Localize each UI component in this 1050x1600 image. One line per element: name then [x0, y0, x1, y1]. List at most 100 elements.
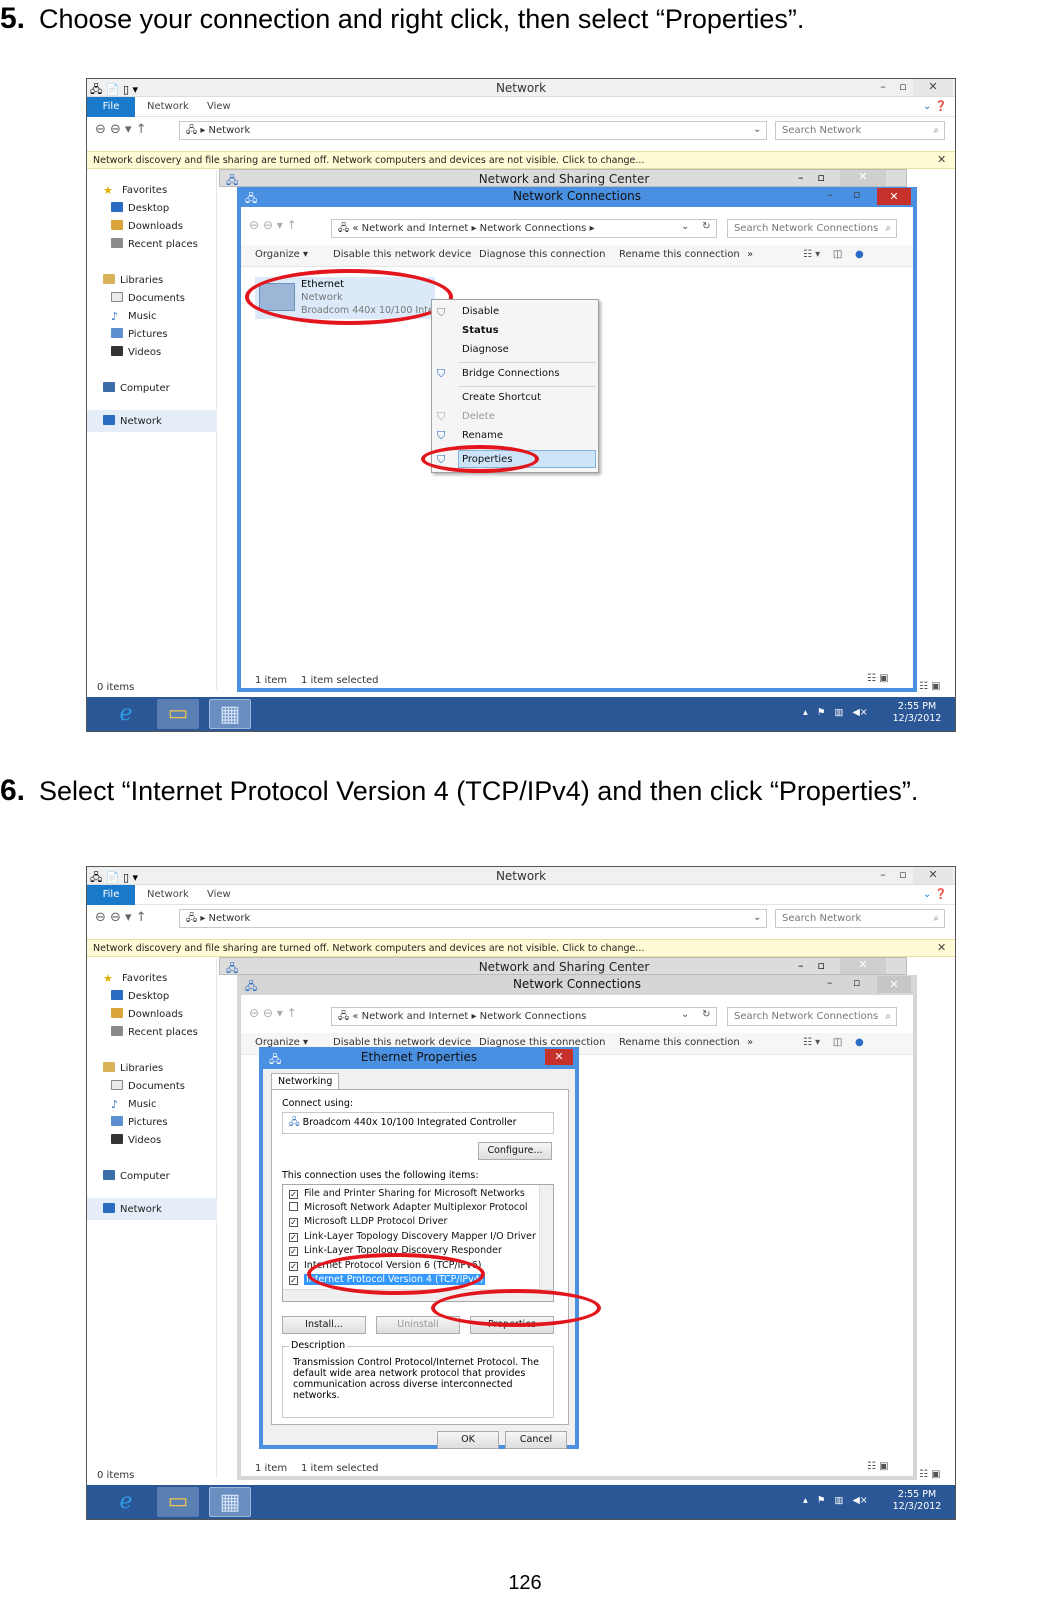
nav-network[interactable]: Network	[87, 1198, 217, 1220]
nc-maximize-button[interactable]: ▫	[853, 188, 860, 201]
list-item[interactable]: ✓ File and Printer Sharing for Microsoft …	[289, 1187, 525, 1201]
breadcrumb-network[interactable]: Network	[209, 913, 251, 924]
nav-videos[interactable]: Videos	[111, 1134, 161, 1146]
nc-refresh-icon[interactable]: ⌄ ↻	[681, 221, 710, 232]
disable-device-button[interactable]: Disable this network device	[333, 249, 471, 260]
tab-file[interactable]: File	[87, 97, 135, 117]
menu-disable[interactable]: Disable	[462, 306, 499, 317]
checkbox[interactable]: ✓	[289, 1262, 298, 1271]
checkbox[interactable]: ✓	[289, 1190, 298, 1199]
nav-music[interactable]: ♪ Music	[111, 1098, 156, 1111]
nav-desktop[interactable]: Desktop	[111, 990, 169, 1002]
clock[interactable]: 2:55 PM 12/3/2012	[887, 701, 947, 725]
nav-videos[interactable]: Videos	[111, 346, 161, 358]
nav-computer[interactable]: Computer	[103, 1170, 170, 1182]
nav-downloads[interactable]: Downloads	[111, 1008, 183, 1020]
view-options-icon[interactable]: ☷ ▾ ◫ ●	[803, 1037, 864, 1048]
internet-explorer-icon[interactable]: ℯ	[105, 699, 147, 729]
file-explorer-icon[interactable]: ▭	[157, 699, 199, 729]
list-item[interactable]: Microsoft Network Adapter Multiplexor Pr…	[289, 1201, 528, 1215]
tray-icons[interactable]: ▴ ⚑ ▥ ◀×	[803, 1495, 868, 1507]
nc-close-button[interactable]: ✕	[877, 188, 911, 205]
search-input[interactable]: Search Network ⌕	[775, 121, 945, 140]
maximize-button[interactable]: ▫	[893, 79, 913, 96]
vertical-scrollbar[interactable]	[539, 1185, 553, 1289]
minimize-button[interactable]: –	[873, 867, 893, 884]
nc-address-box[interactable]: 🖧 « Network and Internet ▸ Network Conne…	[331, 219, 717, 238]
view-options-icon[interactable]: ☷ ▾ ◫ ●	[803, 249, 864, 260]
nc-close-button[interactable]: ✕	[877, 976, 911, 993]
sharing-center-close[interactable]: ✕	[840, 170, 886, 186]
more-button[interactable]: »	[747, 249, 753, 260]
install-button[interactable]: Install...	[282, 1316, 366, 1334]
tab-view[interactable]: View	[207, 889, 231, 900]
nav-documents[interactable]: Documents	[111, 292, 185, 304]
nav-documents[interactable]: Documents	[111, 1080, 185, 1092]
nav-network[interactable]: Network	[87, 410, 217, 432]
nav-music[interactable]: ♪ Music	[111, 310, 156, 323]
menu-delete[interactable]: Delete	[462, 411, 495, 422]
tab-network[interactable]: Network	[147, 101, 189, 112]
nc-back-icon[interactable]: ⊖ ⊖ ▾ ↑	[249, 218, 297, 232]
more-button[interactable]: »	[747, 1037, 753, 1048]
nc-search-input[interactable]: Search Network Connections ⌕	[727, 1007, 897, 1026]
nav-pictures[interactable]: Pictures	[111, 1116, 168, 1128]
sharing-center-controls[interactable]: – ▫	[798, 959, 825, 972]
address-box[interactable]: 🖧 ▸ Network	[179, 121, 767, 140]
nav-libraries[interactable]: Libraries	[103, 1062, 163, 1074]
list-item[interactable]: ✓ Microsoft LLDP Protocol Driver	[289, 1215, 447, 1229]
configure-button[interactable]: Configure...	[478, 1142, 552, 1160]
nc-maximize-button[interactable]: ▫	[853, 976, 860, 989]
tray-icons[interactable]: ▴ ⚑ ▥ ◀×	[803, 707, 868, 719]
rename-button[interactable]: Rename this connection	[619, 1037, 740, 1048]
cancel-button[interactable]: Cancel	[505, 1431, 567, 1449]
view-icons[interactable]: ☷ ▣	[919, 1469, 941, 1480]
discovery-notice[interactable]: Network discovery and file sharing are t…	[87, 151, 955, 169]
tab-file[interactable]: File	[87, 885, 135, 905]
discovery-notice[interactable]: Network discovery and file sharing are t…	[87, 939, 955, 957]
nc-search-input[interactable]: Search Network Connections ⌕	[727, 219, 897, 238]
nc-minimize-button[interactable]: –	[827, 976, 833, 989]
notice-close-icon[interactable]: ✕	[937, 153, 946, 166]
back-icon[interactable]: ⊖ ⊖ ▾ ↑	[95, 122, 147, 137]
checkbox[interactable]: ✓	[289, 1276, 298, 1285]
menu-create-shortcut[interactable]: Create Shortcut	[462, 392, 541, 403]
menu-diagnose[interactable]: Diagnose	[462, 344, 509, 355]
list-item[interactable]: ✓ Link-Layer Topology Discovery Mapper I/…	[289, 1230, 536, 1244]
nc-back-icon[interactable]: ⊖ ⊖ ▾ ↑	[249, 1006, 297, 1020]
internet-explorer-icon[interactable]: ℯ	[105, 1487, 147, 1517]
tab-view[interactable]: View	[207, 101, 231, 112]
tab-networking[interactable]: Networking	[271, 1073, 340, 1089]
network-center-icon[interactable]: ▦	[209, 1487, 251, 1517]
nc-view-icons[interactable]: ☷ ▣	[867, 673, 889, 684]
nc-refresh-icon[interactable]: ⌄ ↻	[681, 1009, 710, 1020]
sharing-center-close[interactable]: ✕	[840, 958, 886, 974]
address-box[interactable]: 🖧 ▸ Network	[179, 909, 767, 928]
menu-status[interactable]: Status	[462, 325, 499, 336]
clock[interactable]: 2:55 PM 12/3/2012	[887, 1489, 947, 1513]
checkbox[interactable]: ✓	[289, 1247, 298, 1256]
organize-button[interactable]: Organize ▾	[255, 249, 308, 260]
nav-pictures[interactable]: Pictures	[111, 328, 168, 340]
maximize-button[interactable]: ▫	[893, 867, 913, 884]
nav-computer[interactable]: Computer	[103, 382, 170, 394]
rename-button[interactable]: Rename this connection	[619, 249, 740, 260]
nav-recent[interactable]: Recent places	[111, 1026, 198, 1038]
search-input[interactable]: Search Network ⌕	[775, 909, 945, 928]
sharing-center-controls[interactable]: – ▫	[798, 171, 825, 184]
menu-bridge[interactable]: Bridge Connections	[462, 368, 560, 379]
close-button[interactable]: ✕	[913, 867, 953, 884]
nc-address-box[interactable]: 🖧 « Network and Internet ▸ Network Conne…	[331, 1007, 717, 1026]
nav-recent[interactable]: Recent places	[111, 238, 198, 250]
back-icon[interactable]: ⊖ ⊖ ▾ ↑	[95, 910, 147, 925]
nav-desktop[interactable]: Desktop	[111, 202, 169, 214]
menu-rename[interactable]: Rename	[462, 430, 503, 441]
nc-view-icons[interactable]: ☷ ▣	[867, 1461, 889, 1472]
diagnose-button[interactable]: Diagnose this connection	[479, 249, 605, 260]
nav-favorites[interactable]: ★ Favorites	[103, 972, 167, 985]
checkbox[interactable]: ✓	[289, 1218, 298, 1227]
nav-favorites[interactable]: ★ Favorites	[103, 184, 167, 197]
nav-downloads[interactable]: Downloads	[111, 220, 183, 232]
minimize-button[interactable]: –	[873, 79, 893, 96]
tab-network[interactable]: Network	[147, 889, 189, 900]
